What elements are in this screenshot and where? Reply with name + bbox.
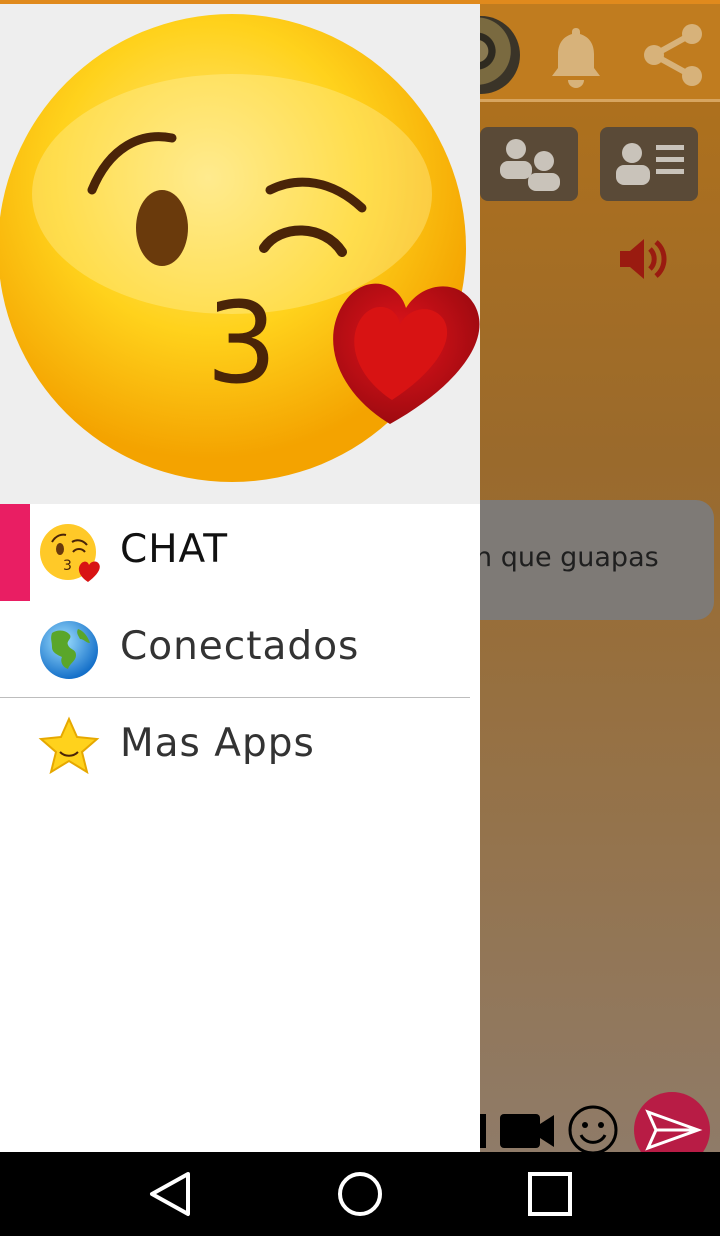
bell-icon[interactable] [548, 24, 604, 88]
navigation-drawer: 3 3 CHAT Conectados Mas Apps [0, 4, 480, 1152]
speaker-icon[interactable] [616, 234, 670, 284]
drawer-item-label: Mas Apps [120, 721, 315, 766]
appbar-divider [480, 99, 720, 102]
recents-icon[interactable] [502, 1152, 598, 1236]
active-indicator [0, 504, 30, 601]
svg-text:3: 3 [63, 558, 72, 574]
bottom-toolbar [472, 1092, 710, 1152]
drawer-item-conectados[interactable]: Conectados [0, 601, 480, 697]
message-text: n que guapas [475, 542, 659, 573]
drawer-item-label: Conectados [120, 624, 360, 669]
video-camera-icon[interactable] [500, 1114, 554, 1148]
user-list-button[interactable] [600, 127, 698, 201]
home-icon[interactable] [312, 1152, 408, 1236]
share-icon[interactable] [640, 22, 706, 88]
kiss-emoji-icon: 3 [0, 14, 480, 482]
star-icon [38, 716, 100, 775]
group-users-button[interactable] [480, 127, 578, 201]
drawer-item-chat[interactable]: 3 CHAT [0, 504, 480, 600]
drawer-item-label: CHAT [120, 527, 229, 572]
drawer-header: 3 [0, 4, 480, 504]
kiss-emoji-icon: 3 [40, 524, 100, 582]
group-users-icon [500, 139, 560, 191]
drawer-item-mas-apps[interactable]: Mas Apps [0, 698, 480, 794]
message-bubble: n que guapas [440, 500, 714, 620]
back-icon[interactable] [122, 1152, 218, 1236]
user-list-icon [616, 143, 684, 185]
svg-text:3: 3 [206, 279, 277, 409]
system-navigation-bar [0, 1152, 720, 1236]
globe-icon [40, 621, 98, 679]
send-icon[interactable] [634, 1092, 710, 1152]
smiley-icon[interactable] [568, 1105, 618, 1152]
